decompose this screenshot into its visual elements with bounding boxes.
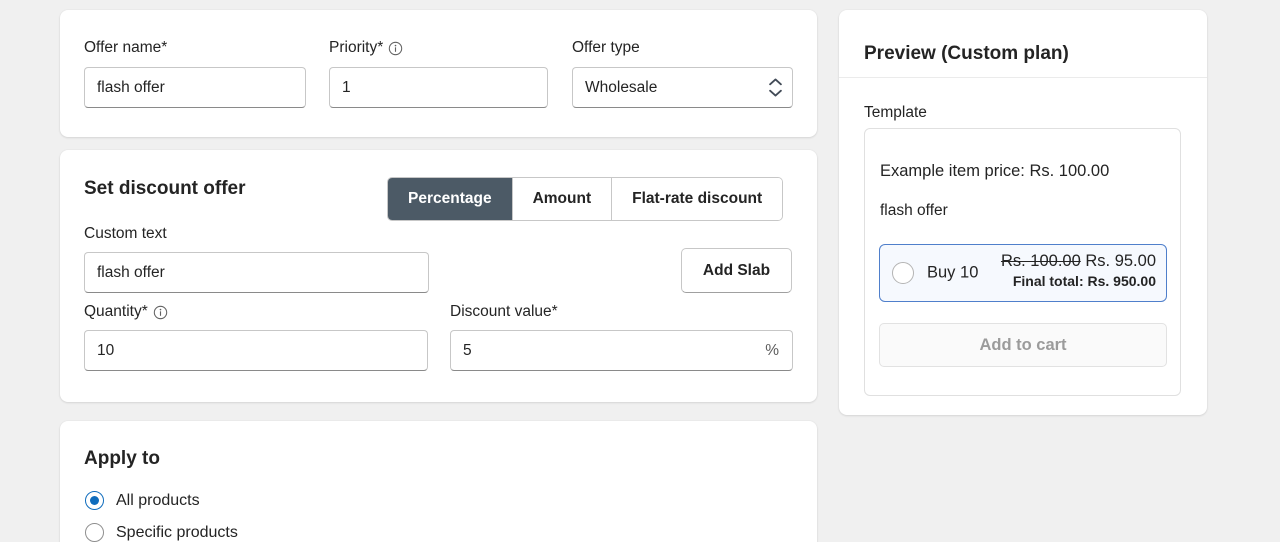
offer-name-input[interactable] xyxy=(84,67,306,108)
template-offer-name: flash offer xyxy=(880,202,948,219)
discount-value-label: Discount value* xyxy=(450,303,558,321)
offer-type-select-wrap xyxy=(572,67,793,108)
radio-dot xyxy=(90,496,99,505)
offer-type-select[interactable] xyxy=(572,67,793,108)
info-icon[interactable] xyxy=(153,305,168,320)
discount-value-input-wrap: % xyxy=(450,330,793,371)
preview-offer-quantity-label: Buy 10 xyxy=(927,263,979,282)
custom-text-label: Custom text xyxy=(84,225,167,243)
quantity-label-text: Quantity* xyxy=(84,303,148,320)
preview-offer-prices: Rs. 100.00 Rs. 95.00 Final total: Rs. 95… xyxy=(1001,252,1156,289)
offer-type-label-text: Offer type xyxy=(572,39,640,56)
add-slab-button[interactable]: Add Slab xyxy=(681,248,792,293)
preview-header: Preview (Custom plan) xyxy=(839,10,1207,78)
offer-name-field-group: Offer name* xyxy=(84,38,306,108)
radio-option-all-products[interactable]: All products xyxy=(85,491,200,510)
radio-label-all-products: All products xyxy=(116,491,200,509)
offer-details-card: Offer name* Priority* Offer type xyxy=(60,10,817,137)
example-item-price: Example item price: Rs. 100.00 xyxy=(880,162,1110,180)
apply-to-title: Apply to xyxy=(84,448,160,469)
radio-label-specific-products: Specific products xyxy=(116,523,238,541)
preview-card: Preview (Custom plan) Template Example i… xyxy=(839,10,1207,415)
discount-type-segmented-control: Percentage Amount Flat-rate discount xyxy=(387,177,784,221)
custom-text-input-wrap xyxy=(84,252,429,293)
set-discount-offer-title: Set discount offer xyxy=(84,178,246,199)
offer-name-label-text: Offer name* xyxy=(84,39,168,56)
preview-final-total: Final total: Rs. 950.00 xyxy=(1012,273,1156,289)
priority-label-text: Priority* xyxy=(329,39,384,56)
preview-discounted-price: Rs. 95.00 xyxy=(1085,252,1156,270)
info-icon[interactable] xyxy=(388,41,403,56)
segment-percentage[interactable]: Percentage xyxy=(388,178,512,220)
template-label: Template xyxy=(864,104,927,121)
radio-unchecked-icon xyxy=(85,523,104,542)
custom-text-label-text: Custom text xyxy=(84,225,167,242)
template-preview-box: Example item price: Rs. 100.00 flash off… xyxy=(864,128,1181,396)
preview-price-line: Rs. 100.00 Rs. 95.00 xyxy=(1001,252,1156,271)
radio-option-specific-products[interactable]: Specific products xyxy=(85,523,238,542)
quantity-input-wrap xyxy=(84,330,428,371)
preview-original-price: Rs. 100.00 xyxy=(1000,252,1081,270)
apply-to-card: Apply to All products Specific products xyxy=(60,421,817,542)
priority-field-group: Priority* xyxy=(329,38,548,108)
quantity-label: Quantity* xyxy=(84,303,168,321)
set-discount-offer-card: Set discount offer Percentage Amount Fla… xyxy=(60,150,817,402)
offer-type-field-group: Offer type xyxy=(572,38,793,108)
priority-input[interactable] xyxy=(329,67,548,108)
offer-name-label: Offer name* xyxy=(84,38,306,58)
preview-title: Preview (Custom plan) xyxy=(864,43,1069,64)
quantity-input[interactable] xyxy=(84,330,428,371)
add-to-cart-button[interactable]: Add to cart xyxy=(879,323,1167,367)
segment-amount[interactable]: Amount xyxy=(511,178,612,220)
radio-unchecked-icon[interactable] xyxy=(892,262,914,284)
discount-value-label-text: Discount value* xyxy=(450,303,558,320)
offer-type-label: Offer type xyxy=(572,38,793,58)
segment-flat-rate-discount[interactable]: Flat-rate discount xyxy=(611,178,783,220)
radio-checked-icon xyxy=(85,491,104,510)
discount-value-input[interactable] xyxy=(450,330,793,371)
preview-offer-row[interactable]: Buy 10 Rs. 100.00 Rs. 95.00 Final total:… xyxy=(879,244,1167,302)
offer-editor-page: Offer name* Priority* Offer type xyxy=(0,0,1280,542)
custom-text-input[interactable] xyxy=(84,252,429,293)
priority-label: Priority* xyxy=(329,38,548,58)
